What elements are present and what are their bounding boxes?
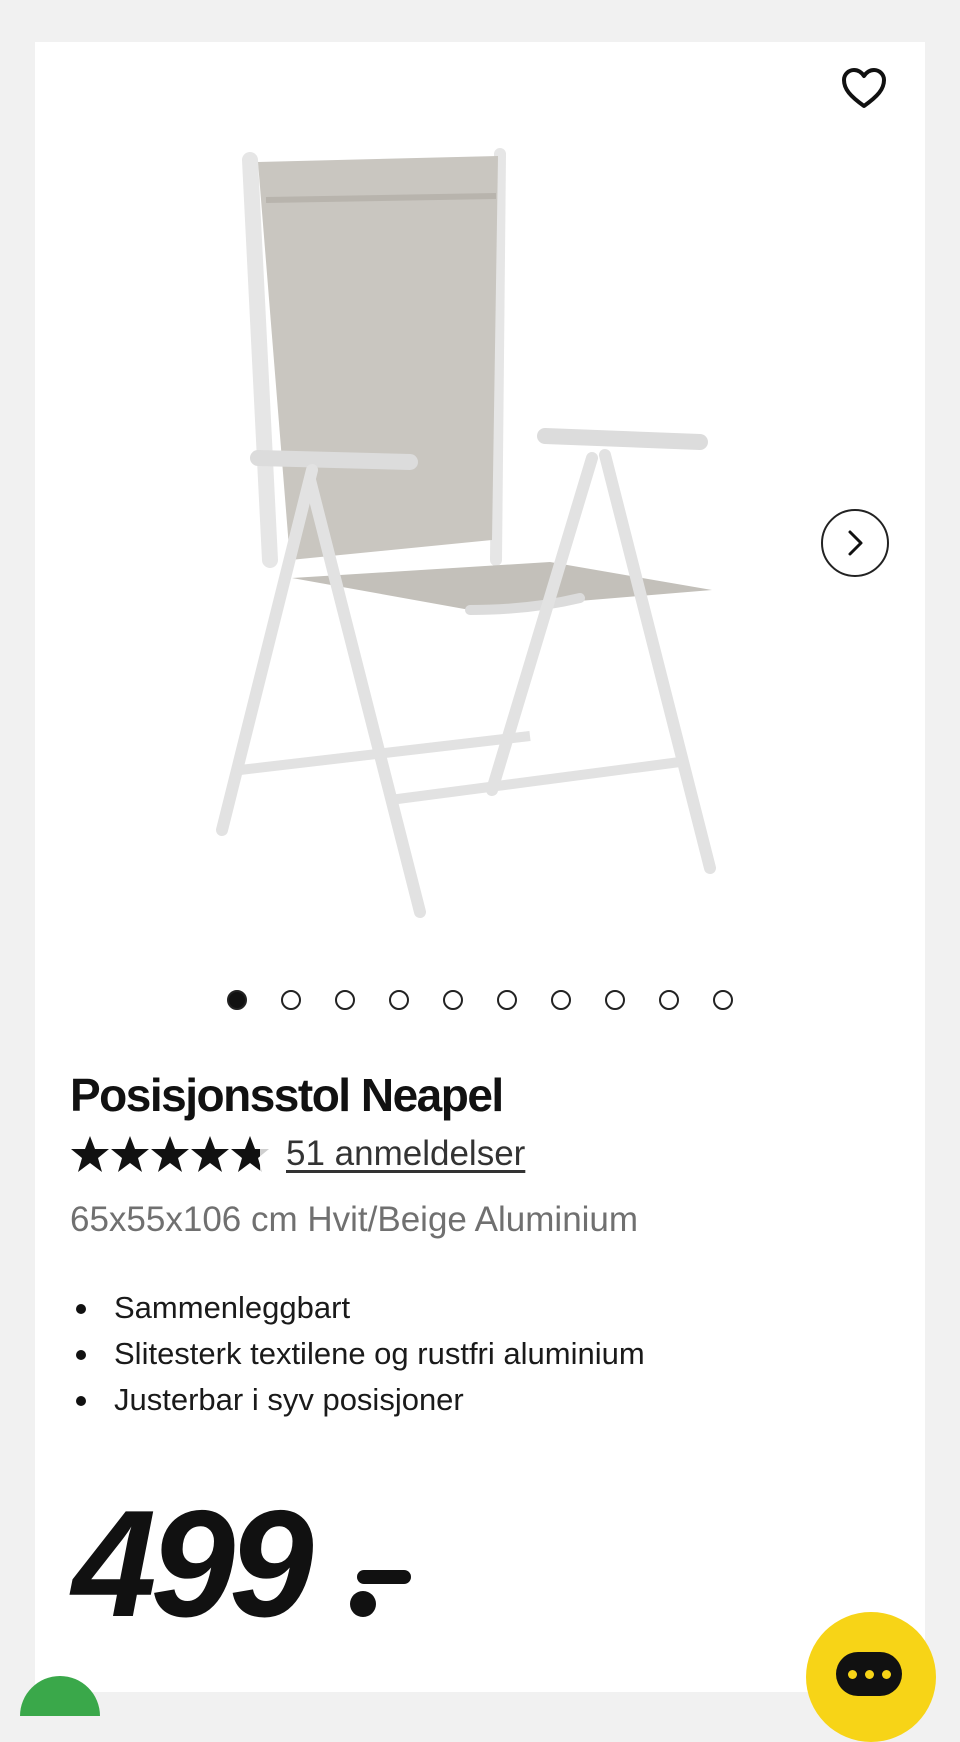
gallery-dot-1[interactable] xyxy=(227,990,247,1010)
gallery-dot-4[interactable] xyxy=(389,990,409,1010)
gallery-dot-2[interactable] xyxy=(281,990,301,1010)
gallery-dot-6[interactable] xyxy=(497,990,517,1010)
star-icon xyxy=(191,1136,229,1172)
feature-list: Sammenleggbart Slitesterk textilene og r… xyxy=(70,1285,645,1423)
chevron-right-icon xyxy=(848,530,863,556)
chat-bubble-icon xyxy=(836,1652,902,1696)
chair-image xyxy=(216,148,716,918)
favorite-button[interactable] xyxy=(836,60,892,116)
gallery-dot-7[interactable] xyxy=(551,990,571,1010)
product-price: 499 xyxy=(72,1479,314,1649)
feature-item: Slitesterk textilene og rustfri aluminiu… xyxy=(70,1331,645,1377)
gallery-dot-5[interactable] xyxy=(443,990,463,1010)
star-icon-partial xyxy=(231,1136,269,1172)
product-image[interactable] xyxy=(200,140,760,940)
feature-item: Sammenleggbart xyxy=(70,1285,645,1331)
star-icon xyxy=(151,1136,189,1172)
rating-stars xyxy=(70,1134,270,1174)
gallery-dot-8[interactable] xyxy=(605,990,625,1010)
product-title: Posisjonsstol Neapel xyxy=(70,1069,504,1121)
gallery-dot-9[interactable] xyxy=(659,990,679,1010)
reviews-link[interactable]: 51 anmeldelser xyxy=(286,1134,525,1174)
star-icon xyxy=(111,1136,149,1172)
product-specs: 65x55x106 cm Hvit/Beige Aluminium xyxy=(70,1200,639,1239)
heart-outline-icon xyxy=(842,68,886,108)
chat-button[interactable] xyxy=(806,1612,936,1742)
gallery-dot-3[interactable] xyxy=(335,990,355,1010)
top-strip xyxy=(0,0,960,42)
next-image-button[interactable] xyxy=(821,509,889,577)
feature-item: Justerbar i syv posisjoner xyxy=(70,1377,645,1423)
price-dash-icon xyxy=(350,1570,411,1617)
gallery-dot-10[interactable] xyxy=(713,990,733,1010)
gallery-pagination xyxy=(0,990,960,1010)
product-rating: 51 anmeldelser xyxy=(70,1134,525,1174)
star-icon xyxy=(71,1136,109,1172)
